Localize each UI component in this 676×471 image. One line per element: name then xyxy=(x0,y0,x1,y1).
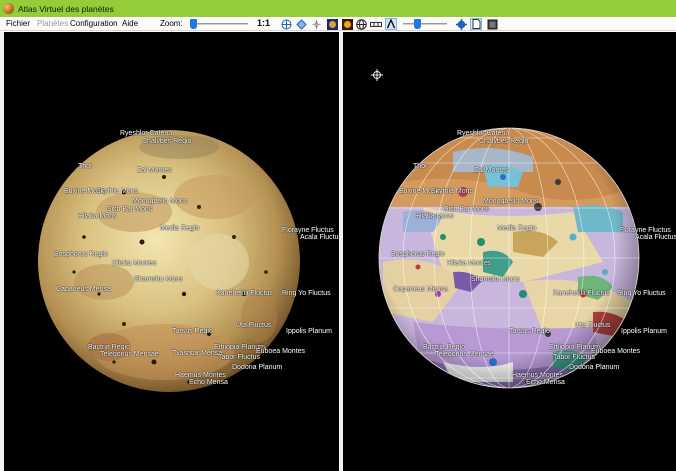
feature-label: Ryeshlor Catena xyxy=(457,130,510,137)
document-icon[interactable] xyxy=(470,18,482,30)
feature-label: Chalybes Regio xyxy=(479,138,529,145)
feature-label: Hiiaka Mons xyxy=(415,213,454,220)
feature-label: Thor xyxy=(413,163,428,170)
feature-label: Euboea Montes xyxy=(256,348,306,355)
feature-label: Dodona Planum xyxy=(569,364,620,371)
feature-label: Ippolis Planum xyxy=(286,328,332,335)
feature-label: Media Regio xyxy=(160,225,200,232)
feature-label: Skythia Mons xyxy=(431,188,474,195)
feature-label: Monogbello Mons xyxy=(132,198,188,205)
menu-planetes[interactable]: Planètes xyxy=(37,19,68,28)
feature-label: Tabor Fluctus xyxy=(553,354,596,361)
globe-view-left[interactable]: Ryeshlor Catena Chalybes Regio Zal Monte… xyxy=(4,32,339,471)
feature-label: Bosphorus Regio xyxy=(54,251,108,258)
feature-label: Monogbello Mons xyxy=(483,198,539,205)
feature-label: Hiiaka Montes xyxy=(447,260,492,267)
feature-label: Skythia Mons xyxy=(96,188,139,195)
opacity-slider-thumb[interactable] xyxy=(414,19,422,29)
menu-configuration[interactable]: Configuration xyxy=(70,19,118,28)
feature-label: Shamshu Mons xyxy=(471,276,520,283)
feature-label: Kanehekili Fluctus xyxy=(553,290,610,297)
screen-icon[interactable] xyxy=(486,18,498,30)
feature-label: Hiiaka Montes xyxy=(112,260,157,267)
opacity-slider-track[interactable] xyxy=(403,23,447,25)
window-title: Atlas Virtuel des planètes xyxy=(18,3,114,14)
feature-label: Tarsus Regio xyxy=(509,328,550,335)
feature-label: Acala Fluctus xyxy=(300,234,339,241)
feature-label: Media Regio xyxy=(497,225,537,232)
feature-label: Thor xyxy=(78,163,93,170)
feature-label: Tabor Fluctus xyxy=(218,354,261,361)
feature-label: Zal Montes xyxy=(474,167,509,174)
menu-fichier[interactable]: Fichier xyxy=(6,19,30,28)
label-icon[interactable] xyxy=(385,18,397,30)
settings-icon[interactable] xyxy=(455,18,467,30)
title-bar: Atlas Virtuel des planètes xyxy=(0,0,676,17)
feature-label: Echo Mensa xyxy=(189,379,228,386)
zoom-slider-thumb[interactable] xyxy=(190,19,197,29)
globe-orientation-icon[interactable] xyxy=(280,18,292,30)
scale-bar-icon[interactable] xyxy=(370,18,382,30)
app-icon xyxy=(3,3,14,14)
feature-label: Hiiaka Mons xyxy=(78,213,117,220)
feature-label: Chalybes Regio xyxy=(142,138,192,145)
zoom-slider-track[interactable] xyxy=(190,23,248,25)
feature-label: Uta Fluctus xyxy=(575,322,611,329)
feature-label: Acala Fluctus xyxy=(635,234,676,241)
feature-label: Ring Yo Fluctus xyxy=(617,290,666,297)
menu-aide[interactable]: Aide xyxy=(122,19,138,28)
feature-label: Euboea Montes xyxy=(591,348,641,355)
compass-icon[interactable] xyxy=(310,18,322,30)
feature-label: Telegonus Mensae xyxy=(100,351,159,358)
globe-view-right[interactable]: Ryeshlor Catena Chalybes Regio Zal Monte… xyxy=(343,32,676,471)
menu-bar: Fichier Planètes Configuration Aide Zoom… xyxy=(0,17,676,31)
feature-label: Shamshu Mons xyxy=(134,276,183,283)
grid-icon[interactable] xyxy=(355,18,367,30)
feature-label: Telegonus Mensae xyxy=(435,351,494,358)
crosshair-cursor-icon xyxy=(371,69,383,81)
feature-label: Ryeshlor Catena xyxy=(120,130,173,137)
ratio-button[interactable]: 1:1 xyxy=(257,18,270,28)
sun-icon[interactable] xyxy=(341,18,353,30)
zoom-label: Zoom: xyxy=(160,19,183,28)
feature-label: Zal Montes xyxy=(137,167,172,174)
rotate-icon[interactable] xyxy=(295,18,307,30)
feature-label: Kanehekili Fluctus xyxy=(216,290,273,297)
feature-label: Ring Yo Fluctus xyxy=(282,290,331,297)
feature-label: Ippolis Planum xyxy=(621,328,667,335)
feature-label: Capaneus Mensa xyxy=(56,286,111,293)
feature-label: Bosphorus Regio xyxy=(391,251,445,258)
feature-label: Echo Mensa xyxy=(526,379,565,386)
feature-label: Capaneus Mensa xyxy=(393,286,448,293)
io-texture-icon[interactable] xyxy=(326,18,338,30)
feature-label: Dodona Planum xyxy=(232,364,283,371)
feature-label: Tarsus Regio xyxy=(172,328,213,335)
feature-label: Uta Fluctus xyxy=(236,322,272,329)
